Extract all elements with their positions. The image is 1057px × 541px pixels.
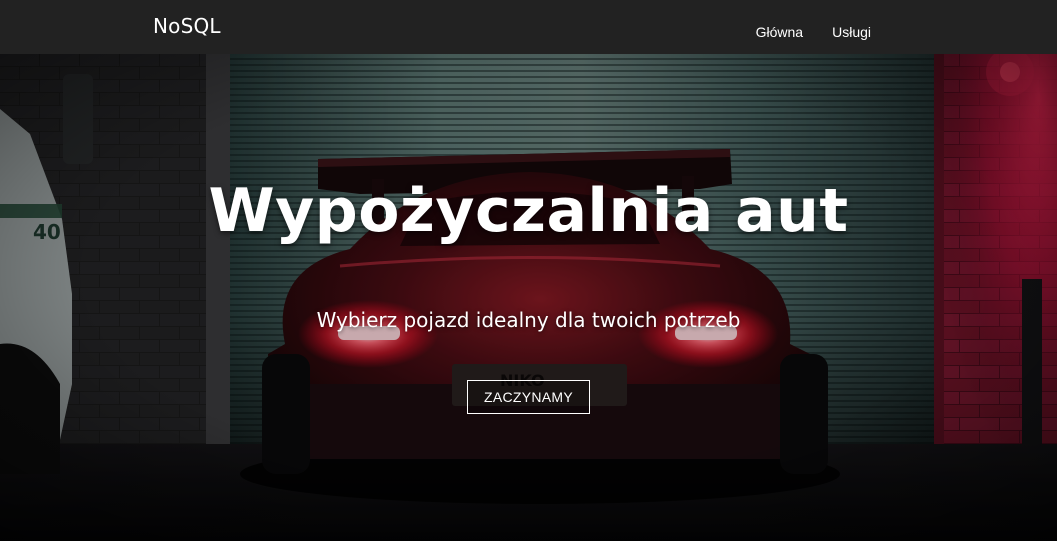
nav-link-uslugi[interactable]: Usługi [832,24,871,40]
hero-section: 40 NIKO [0,54,1057,541]
hero-subtitle: Wybierz pojazd idealny dla twoich potrze… [316,308,741,332]
nav-link-glowna[interactable]: Główna [756,24,803,40]
brand-logo-link[interactable]: NoSQL [153,14,221,38]
navbar: NoSQL Główna Usługi [0,0,1057,54]
hero-content: Wypożyczalnia aut Wybierz pojazd idealny… [0,54,1057,541]
start-button[interactable]: ZACZYNAMY [467,380,590,414]
nav-links: Główna Usługi [756,24,871,40]
hero-title: Wypożyczalnia aut [208,176,849,246]
